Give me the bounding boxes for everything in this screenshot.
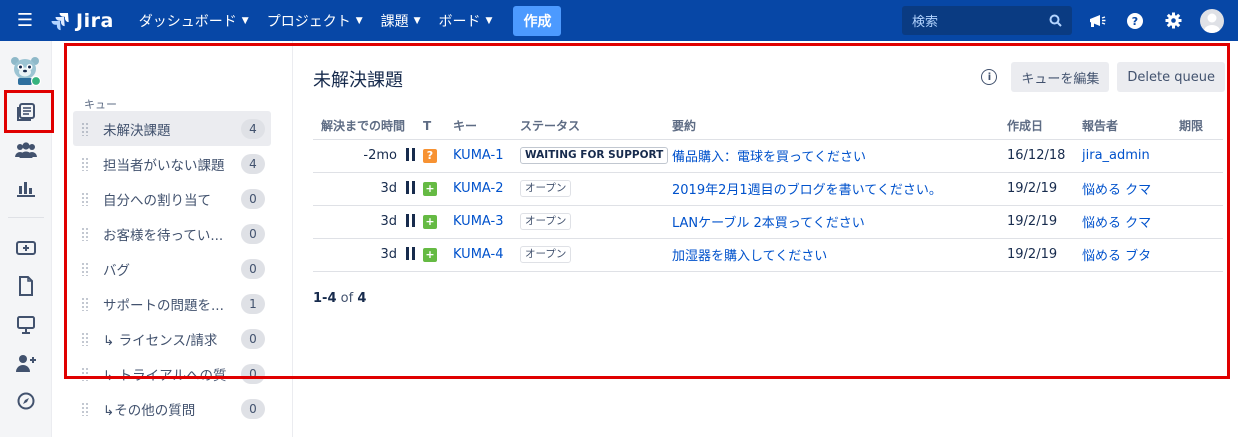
notifications-megaphone-icon[interactable] xyxy=(1086,10,1108,32)
main-nav: ダッシュボード ▼ プロジェクト ▼ 課題 ▼ ボード ▼ xyxy=(132,6,500,36)
search-placeholder: 検索 xyxy=(912,15,939,30)
queue-count-badge: 0 xyxy=(241,398,265,419)
add-item-icon[interactable] xyxy=(14,236,38,260)
channels-icon[interactable] xyxy=(14,313,38,337)
top-navigation-bar: ☰ Jira ダッシュボード ▼ プロジェクト ▼ 課題 ▼ ボード ▼ 作成 検索 ? xyxy=(0,0,1238,41)
chevron-down-icon: ▼ xyxy=(355,15,363,26)
settings-gear-icon[interactable] xyxy=(1162,10,1184,32)
svg-text:?: ? xyxy=(1132,15,1138,28)
invite-team-icon[interactable] xyxy=(14,351,38,375)
app-switcher-icon[interactable]: ☰ xyxy=(0,10,50,31)
help-icon[interactable]: ? xyxy=(1124,10,1146,32)
drag-handle-icon[interactable] xyxy=(81,401,89,416)
search-icon xyxy=(1049,14,1062,27)
create-button[interactable]: 作成 xyxy=(513,5,562,36)
search-input[interactable]: 検索 xyxy=(902,6,1072,35)
nav-boards-label: ボード xyxy=(438,13,481,30)
chevron-down-icon: ▼ xyxy=(413,15,421,26)
customers-icon[interactable] xyxy=(14,138,38,162)
nav-boards[interactable]: ボード ▼ xyxy=(432,6,500,36)
jira-logo-icon xyxy=(51,12,69,30)
compass-icon[interactable] xyxy=(14,389,38,413)
project-avatar[interactable] xyxy=(9,54,41,86)
nav-dashboards-label: ダッシュボード xyxy=(138,13,237,30)
chevron-down-icon: ▼ xyxy=(485,15,493,26)
topbar-icons: ? xyxy=(1086,0,1224,41)
knowledge-base-icon[interactable] xyxy=(14,274,38,298)
queue-label: ↳その他の質問 xyxy=(103,402,196,419)
user-avatar[interactable] xyxy=(1200,8,1224,33)
reports-icon[interactable] xyxy=(14,176,38,200)
highlight-queue-area xyxy=(64,43,1230,379)
left-bar-divider xyxy=(8,217,44,218)
queue-item[interactable]: ↳その他の質問 0 xyxy=(73,391,271,426)
nav-issues[interactable]: 課題 ▼ xyxy=(374,6,428,36)
nav-issues-label: 課題 xyxy=(380,13,409,30)
app-name: Jira xyxy=(76,9,114,32)
nav-projects-label: プロジェクト xyxy=(266,13,351,30)
chevron-down-icon: ▼ xyxy=(241,15,249,26)
highlight-queues-icon xyxy=(4,90,54,133)
nav-dashboards[interactable]: ダッシュボード ▼ xyxy=(132,6,256,36)
nav-projects[interactable]: プロジェクト ▼ xyxy=(260,6,370,36)
jira-logo[interactable]: Jira xyxy=(50,10,114,32)
